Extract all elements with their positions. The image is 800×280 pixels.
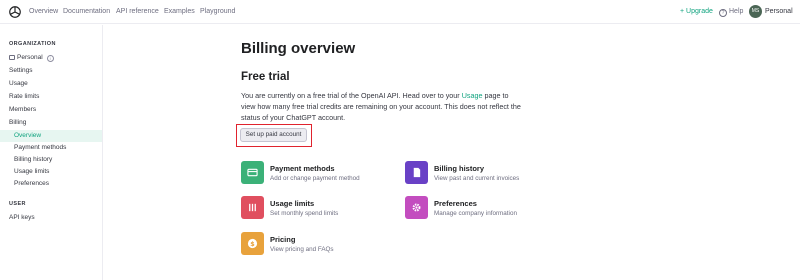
sidebar-item-rate-limits[interactable]: Rate limits — [9, 92, 39, 101]
nav-documentation[interactable]: Documentation — [63, 7, 110, 17]
setup-paid-account-button[interactable]: Set up paid account — [240, 128, 307, 142]
account-name[interactable]: Personal — [765, 7, 793, 17]
card-desc: View pricing and FAQs — [270, 246, 334, 253]
top-navbar: Overview Documentation API reference Exa… — [0, 0, 800, 24]
nav-overview[interactable]: Overview — [29, 7, 58, 17]
org-heading: ORGANIZATION — [9, 41, 56, 47]
plus-icon: + — [680, 8, 685, 15]
openai-logo-icon[interactable] — [8, 5, 22, 19]
dollar-icon: $ — [241, 232, 264, 255]
section-title: Free trial — [241, 71, 290, 83]
usage-link[interactable]: Usage — [462, 91, 483, 100]
sidebar-subitem-usage-limits[interactable]: Usage limits — [14, 167, 49, 176]
card-desc: Set monthly spend limits — [270, 210, 339, 217]
nav-playground[interactable]: Playground — [200, 7, 235, 17]
sliders-icon — [241, 196, 264, 219]
svg-text:$: $ — [250, 240, 255, 248]
sidebar-subitem-preferences[interactable]: Preferences — [14, 179, 49, 188]
card-title: Preferences — [434, 199, 477, 208]
card-desc: View past and current invoices — [434, 175, 520, 182]
description-text: You are currently on a free trial of the… — [241, 91, 462, 100]
briefcase-icon — [9, 55, 15, 60]
card-preferences[interactable]: Preferences Manage company information — [405, 196, 555, 220]
upgrade-label: Upgrade — [686, 8, 713, 15]
sidebar-item-settings[interactable]: Settings — [9, 66, 33, 75]
credit-card-icon — [241, 161, 264, 184]
card-title: Billing history — [434, 164, 485, 173]
sidebar: ORGANIZATION Personal i Settings Usage Ra… — [0, 25, 103, 280]
card-billing-history[interactable]: Billing history View past and current in… — [405, 161, 555, 185]
card-title: Pricing — [270, 235, 296, 244]
document-icon — [405, 161, 428, 184]
question-icon: ? — [719, 9, 727, 17]
sidebar-subitem-payment-methods[interactable]: Payment methods — [14, 143, 66, 152]
card-usage-limits[interactable]: Usage limits Set monthly spend limits — [241, 196, 391, 220]
avatar[interactable]: MS — [749, 5, 762, 18]
card-desc: Manage company information — [434, 210, 517, 217]
card-pricing[interactable]: $ Pricing View pricing and FAQs — [241, 232, 391, 256]
org-name: Personal — [17, 54, 43, 61]
page-title: Billing overview — [241, 40, 356, 57]
free-trial-description: You are currently on a free trial of the… — [241, 90, 521, 123]
sidebar-subitem-overview[interactable]: Overview — [14, 131, 41, 140]
sidebar-item-billing[interactable]: Billing — [9, 118, 26, 127]
help-label: Help — [729, 8, 744, 15]
card-payment-methods[interactable]: Payment methods Add or change payment me… — [241, 161, 391, 185]
sidebar-item-members[interactable]: Members — [9, 105, 36, 114]
card-title: Usage limits — [270, 199, 315, 208]
card-desc: Add or change payment method — [270, 175, 360, 182]
sidebar-item-usage[interactable]: Usage — [9, 79, 28, 88]
sidebar-subitem-billing-history[interactable]: Billing history — [14, 155, 52, 164]
info-icon[interactable]: i — [46, 55, 54, 62]
nav-examples[interactable]: Examples — [164, 7, 195, 17]
upgrade-link[interactable]: + Upgrade — [680, 7, 713, 17]
sidebar-item-api-keys[interactable]: API keys — [9, 213, 35, 222]
nav-api-reference[interactable]: API reference — [116, 7, 159, 17]
card-title: Payment methods — [270, 164, 335, 173]
org-selector[interactable]: Personal i — [9, 53, 54, 62]
user-heading: USER — [9, 201, 26, 207]
help-link[interactable]: ? Help — [719, 7, 743, 17]
gear-icon — [405, 196, 428, 219]
